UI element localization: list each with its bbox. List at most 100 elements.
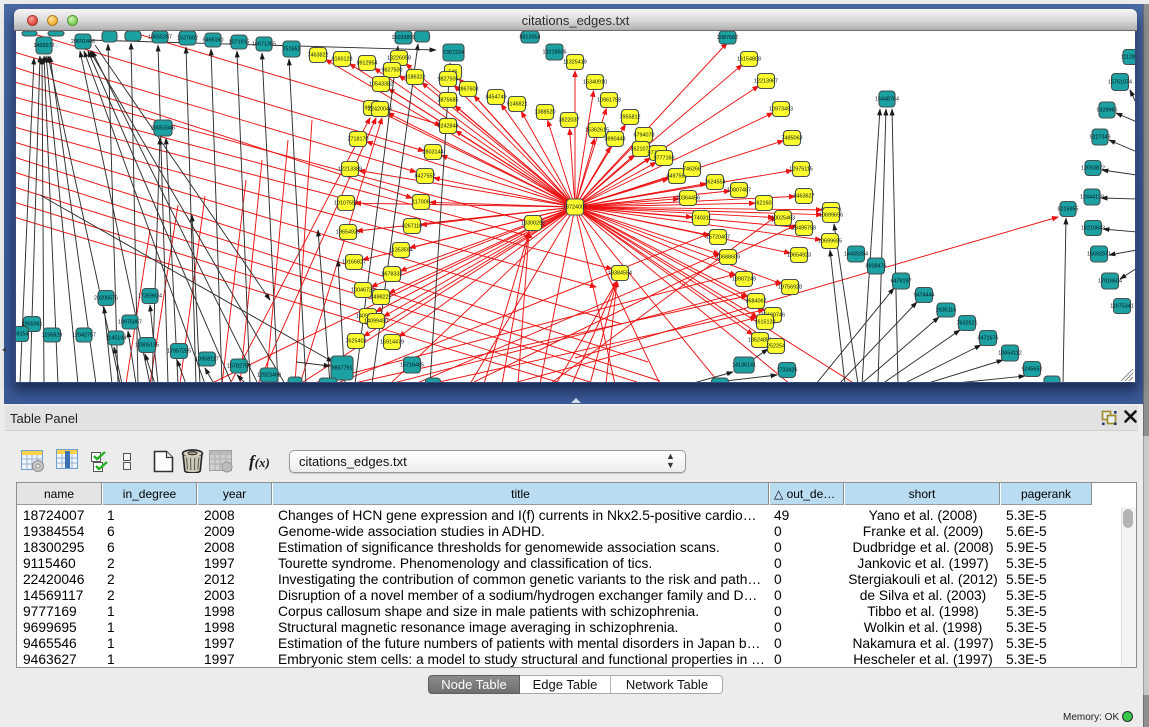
- svg-text:7625402: 7625402: [346, 339, 367, 345]
- svg-text:17359924: 17359924: [138, 294, 162, 300]
- svg-text:19654923: 19654923: [787, 253, 811, 259]
- svg-text:15692971: 15692971: [1087, 252, 1111, 258]
- svg-text:4498222: 4498222: [371, 295, 392, 301]
- svg-text:252254: 252254: [767, 344, 785, 350]
- svg-text:9827506: 9827506: [438, 77, 459, 83]
- svg-text:8186323: 8186323: [405, 75, 426, 81]
- svg-text:2867608: 2867608: [458, 87, 479, 93]
- svg-text:16782759: 16782759: [227, 364, 251, 370]
- svg-text:11675341: 11675341: [1110, 304, 1134, 310]
- svg-text:10107552: 10107552: [334, 201, 358, 207]
- svg-text:10699696: 10699696: [819, 213, 843, 219]
- svg-text:8678332: 8678332: [382, 272, 403, 278]
- svg-text:10543382: 10543382: [369, 82, 393, 88]
- svg-text:8813054: 8813054: [520, 35, 541, 41]
- svg-text:8990448: 8990448: [605, 137, 626, 143]
- svg-text:17016504: 17016504: [1098, 279, 1122, 285]
- svg-text:19756928: 19756928: [778, 285, 802, 291]
- svg-text:10973493: 10973493: [769, 107, 793, 113]
- svg-text:751552: 751552: [283, 47, 301, 53]
- svg-text:12975115: 12975115: [789, 167, 813, 173]
- svg-text:10958117: 10958117: [195, 357, 219, 363]
- svg-text:9857791: 9857791: [332, 366, 353, 372]
- svg-text:16671355: 16671355: [252, 42, 276, 48]
- svg-text:22420046: 22420046: [368, 107, 392, 113]
- svg-text:8454749: 8454749: [486, 95, 507, 101]
- svg-text:6794078: 6794078: [634, 133, 655, 139]
- svg-text:1112846: 1112846: [1121, 55, 1135, 61]
- svg-text:14099490: 14099490: [364, 319, 388, 325]
- svg-text:10688609: 10688609: [716, 255, 740, 261]
- svg-text:62160: 62160: [757, 201, 772, 207]
- svg-text:9146821: 9146821: [507, 102, 528, 108]
- svg-text:10699695: 10699695: [818, 239, 842, 245]
- svg-text:20053346: 20053346: [151, 126, 175, 132]
- svg-text:19654925: 19654925: [336, 230, 360, 236]
- svg-text:10961758: 10961758: [597, 98, 621, 104]
- svg-text:15362615: 15362615: [585, 128, 609, 134]
- svg-text:9329966: 9329966: [1097, 108, 1118, 114]
- svg-text:6479197: 6479197: [891, 279, 912, 285]
- svg-text:10654112: 10654112: [998, 351, 1022, 357]
- svg-text:12444139: 12444139: [1080, 195, 1104, 201]
- svg-text:19166827: 19166827: [342, 260, 366, 266]
- svg-text:2718170: 2718170: [348, 137, 369, 143]
- svg-text:16914479: 16914479: [380, 340, 404, 346]
- svg-text:10025463: 10025463: [771, 216, 795, 222]
- svg-text:15448764: 15448764: [875, 97, 899, 103]
- svg-text:2803144: 2803144: [423, 150, 444, 156]
- svg-text:8938476: 8938476: [866, 264, 887, 270]
- svg-text:3875685: 3875685: [438, 98, 459, 104]
- svg-text:1156829: 1156829: [42, 333, 63, 339]
- svg-text:18907249: 18907249: [732, 277, 756, 283]
- svg-text:1071915: 1071915: [229, 40, 250, 46]
- svg-text:1145194: 1145194: [106, 336, 127, 342]
- svg-text:9777169: 9777169: [654, 156, 675, 162]
- svg-text:8471676: 8471676: [978, 336, 999, 342]
- svg-text:13218506: 13218506: [543, 50, 567, 56]
- svg-text:11353594: 11353594: [389, 248, 413, 254]
- svg-text:12942757: 12942757: [72, 333, 96, 339]
- svg-text:3267110: 3267110: [402, 224, 423, 230]
- svg-text:15720407: 15720407: [706, 235, 730, 241]
- svg-text:9227349: 9227349: [1090, 135, 1111, 141]
- svg-text:7463822: 7463822: [308, 53, 329, 59]
- svg-text:7955812: 7955812: [620, 115, 641, 121]
- svg-text:1388520: 1388520: [535, 110, 556, 116]
- svg-text:12213967: 12213967: [754, 79, 778, 85]
- svg-text:16033809: 16033809: [392, 35, 416, 41]
- svg-text:1615132: 1615132: [755, 320, 776, 326]
- svg-text:14409354: 14409354: [844, 252, 868, 258]
- svg-text:13226058: 13226058: [387, 56, 411, 62]
- svg-text:16154808: 16154808: [737, 57, 761, 63]
- svg-text:6466160: 6466160: [203, 38, 224, 44]
- svg-text:8215955: 8215955: [1058, 207, 1079, 213]
- svg-text:7357224: 7357224: [443, 50, 464, 56]
- svg-text:9827500: 9827500: [382, 68, 403, 74]
- svg-text:9242848: 9242848: [438, 124, 459, 130]
- svg-text:12213389: 12213389: [338, 167, 362, 173]
- svg-text:7485063: 7485063: [782, 136, 803, 142]
- svg-text:2935114: 2935114: [936, 308, 957, 314]
- svg-text:12905135: 12905135: [135, 343, 159, 349]
- svg-text:3822037: 3822037: [559, 118, 580, 124]
- svg-text:15751074: 15751074: [1108, 80, 1132, 86]
- svg-text:1405572: 1405572: [34, 43, 55, 49]
- svg-text:1527602: 1527602: [177, 36, 198, 42]
- svg-text:17957255: 17957255: [167, 349, 191, 355]
- svg-text:9474444: 9474444: [914, 293, 935, 299]
- svg-text:12093872: 12093872: [1081, 166, 1105, 172]
- svg-text:2087682: 2087682: [717, 35, 738, 41]
- svg-text:20206576: 20206576: [94, 296, 118, 302]
- svg-text:10655267: 10655267: [148, 35, 172, 41]
- svg-text:746266: 746266: [683, 167, 701, 173]
- svg-text:15340910: 15340910: [583, 80, 607, 86]
- svg-text:11325419: 11325419: [563, 60, 587, 66]
- svg-text:18300295: 18300295: [521, 221, 545, 227]
- svg-text:10807487: 10807487: [727, 188, 751, 194]
- svg-text:3624554: 3624554: [705, 180, 726, 186]
- svg-text:18724007: 18724007: [563, 205, 587, 211]
- svg-text:12923468: 12923468: [257, 373, 281, 379]
- svg-text:18495758: 18495758: [792, 226, 816, 232]
- svg-text:20691406: 20691406: [71, 39, 95, 45]
